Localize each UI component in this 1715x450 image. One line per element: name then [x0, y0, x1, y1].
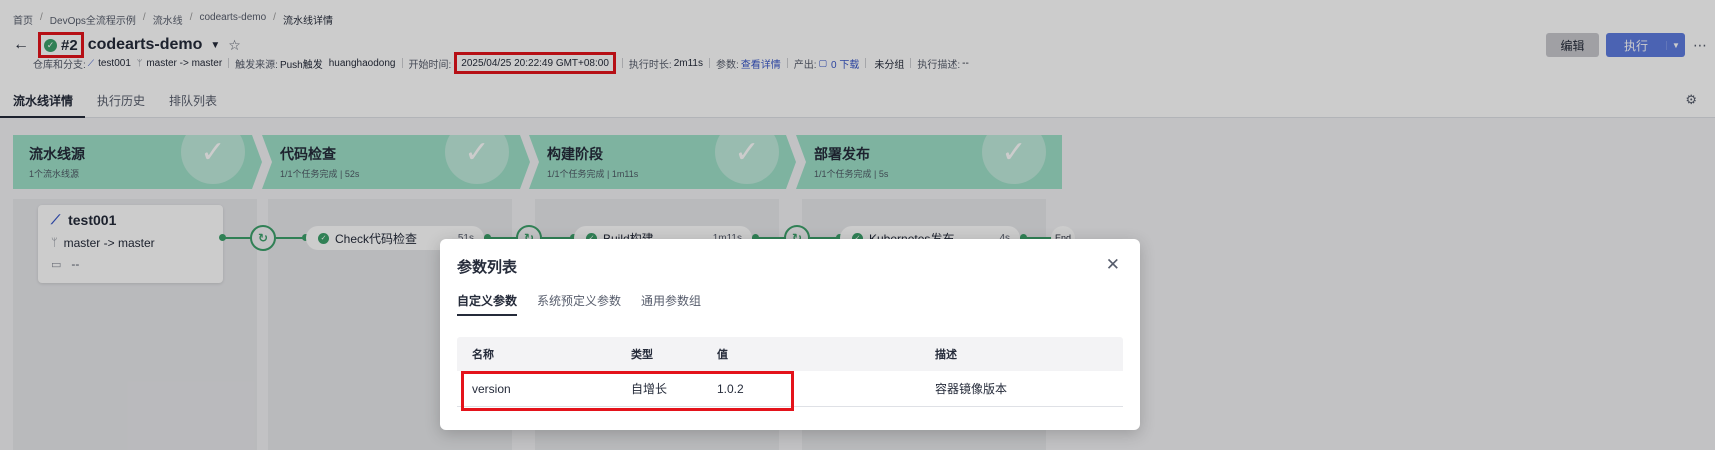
params-modal: 参数列表 ✕ 自定义参数 系统预定义参数 通用参数组 名称 类型 值 描述 ve… — [440, 239, 1140, 430]
tab-system-params[interactable]: 系统预定义参数 — [537, 292, 621, 316]
table-header: 名称 类型 值 描述 — [457, 337, 1123, 371]
close-icon[interactable]: ✕ — [1106, 255, 1120, 275]
col-value: 值 — [717, 349, 728, 361]
modal-title: 参数列表 — [457, 259, 518, 276]
modal-tabs: 自定义参数 系统预定义参数 通用参数组 — [457, 292, 701, 316]
col-name: 名称 — [472, 349, 494, 361]
param-row-highlight — [461, 371, 794, 411]
table-row: version 自增长 1.0.2 容器镜像版本 — [457, 371, 1123, 411]
pipeline-detail-page: 首页 / DevOps全流程示例 / 流水线 / codearts-demo /… — [0, 0, 1715, 450]
col-desc: 描述 — [935, 349, 957, 361]
param-desc: 容器镜像版本 — [935, 382, 1008, 396]
tab-custom-params[interactable]: 自定义参数 — [457, 292, 518, 316]
params-table: 名称 类型 值 描述 version 自增长 1.0.2 容器镜像版本 — [457, 337, 1123, 411]
tab-common-param-groups[interactable]: 通用参数组 — [641, 292, 701, 316]
col-type: 类型 — [631, 349, 653, 361]
